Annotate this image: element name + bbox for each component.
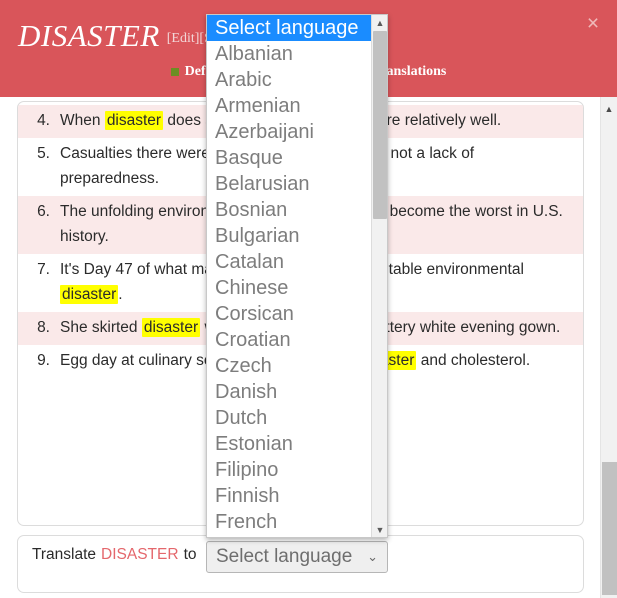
dropdown-option[interactable]: Arabic bbox=[207, 67, 373, 93]
definition-number: 7. bbox=[37, 261, 50, 278]
dropdown-options: Select language Albanian Arabic Armenian Aze… bbox=[207, 15, 373, 535]
dropdown-scrollbar[interactable]: ▲ ▼ bbox=[371, 15, 387, 537]
scroll-up-arrow-icon[interactable]: ▲ bbox=[372, 15, 387, 30]
dropdown-option[interactable]: Dutch bbox=[207, 405, 373, 431]
dropdown-option[interactable]: Bosnian bbox=[207, 197, 373, 223]
definition-number: 9. bbox=[37, 352, 50, 369]
dropdown-option[interactable]: Azerbaijani bbox=[207, 119, 373, 145]
dropdown-option[interactable]: Finnish bbox=[207, 483, 373, 509]
scroll-down-arrow-icon[interactable]: ▼ bbox=[372, 522, 387, 537]
title-row: DISASTER [Edit][Save] bbox=[18, 18, 236, 54]
highlighted-term: disaster bbox=[104, 111, 164, 130]
definition-number: 4. bbox=[37, 112, 50, 129]
chevron-down-icon: ⌄ bbox=[367, 549, 378, 564]
language-select-value: Select language bbox=[216, 546, 353, 567]
dropdown-option[interactable]: Belarusian bbox=[207, 171, 373, 197]
dropdown-option[interactable]: Estonian bbox=[207, 431, 373, 457]
dropdown-option[interactable]: Albanian bbox=[207, 41, 373, 67]
language-select[interactable]: Select language ⌄ bbox=[206, 541, 388, 573]
translate-prefix-label: Translate bbox=[32, 546, 97, 563]
dropdown-scrollbar-thumb[interactable] bbox=[373, 31, 387, 219]
highlighted-term: disaster bbox=[60, 285, 119, 304]
dropdown-option[interactable]: Select language bbox=[207, 15, 373, 41]
dropdown-option[interactable]: Danish bbox=[207, 379, 373, 405]
definition-number: 8. bbox=[37, 319, 50, 336]
translate-line: Translate DISASTER to bbox=[32, 546, 197, 564]
language-dropdown-list[interactable]: Select language Albanian Arabic Armenian Aze… bbox=[206, 14, 388, 538]
dropdown-option[interactable]: Chinese bbox=[207, 275, 373, 301]
definition-number: 6. bbox=[37, 203, 50, 220]
square-bullet-icon bbox=[170, 68, 179, 76]
dropdown-option[interactable]: Croatian bbox=[207, 327, 373, 353]
page-root: DISASTER[Edit][Save] Definitions Transla… bbox=[0, 0, 617, 598]
dropdown-option[interactable]: Catalan bbox=[207, 249, 373, 275]
translate-middle-label: to bbox=[183, 546, 197, 563]
page-scrollbar-thumb[interactable] bbox=[602, 462, 617, 595]
dropdown-option[interactable]: French bbox=[207, 509, 373, 535]
dropdown-option[interactable]: Basque bbox=[207, 145, 373, 171]
highlighted-term: disaster bbox=[141, 318, 201, 337]
dropdown-option[interactable]: Filipino bbox=[207, 457, 373, 483]
dropdown-option[interactable]: Corsican bbox=[207, 301, 373, 327]
dropdown-option[interactable]: Bulgarian bbox=[207, 223, 373, 249]
definition-number: 5. bbox=[37, 145, 50, 162]
page-title: DISASTER bbox=[18, 18, 160, 53]
dropdown-option[interactable]: Czech bbox=[207, 353, 373, 379]
scrollbar-header-cap bbox=[600, 0, 617, 97]
dropdown-option[interactable]: Armenian bbox=[207, 93, 373, 119]
translate-word: DISASTER bbox=[101, 546, 179, 563]
page-scroll-up-icon[interactable]: ▲ bbox=[601, 101, 617, 117]
page-scrollbar[interactable]: ▲ bbox=[600, 97, 617, 598]
